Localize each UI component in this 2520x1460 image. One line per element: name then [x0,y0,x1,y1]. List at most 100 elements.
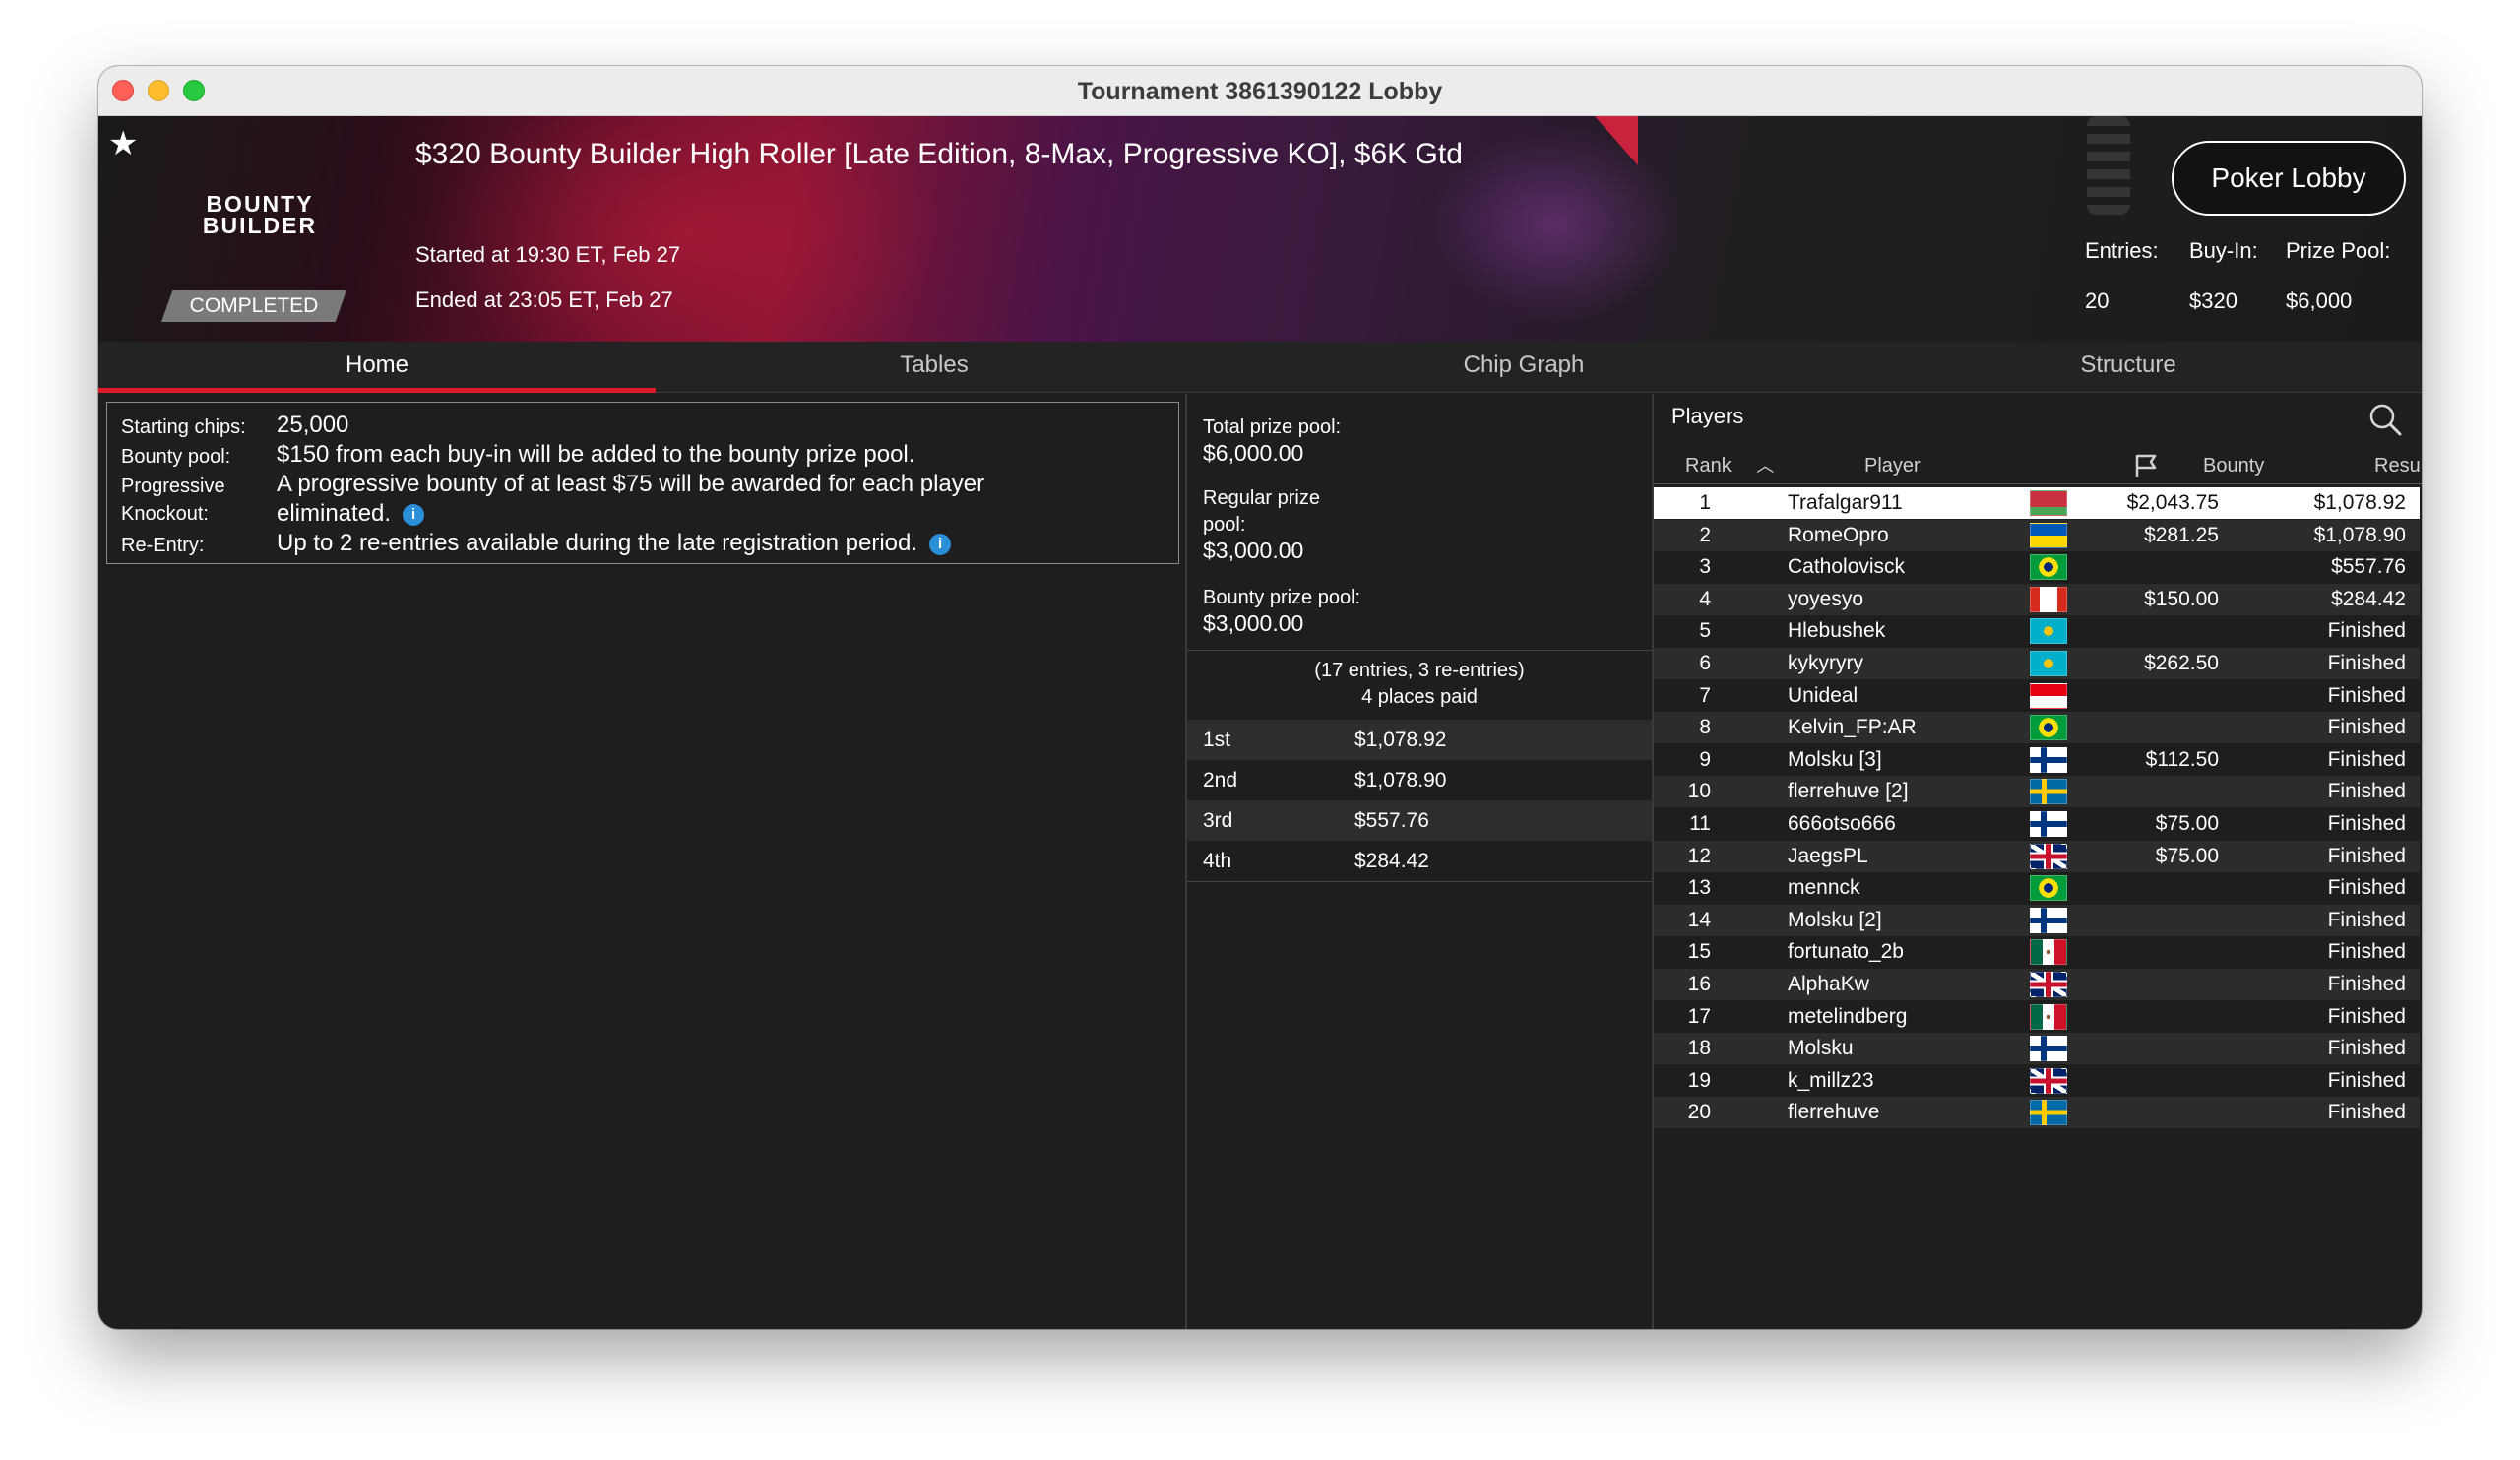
country-flag-icon [2030,939,2067,966]
tournament-info-box: Starting chips: 25,000 Bounty pool: $150… [106,402,1179,564]
table-row[interactable]: 11 666otso666 $75.00 Finished [1654,808,2420,840]
total-prize-pool-value: $6,000.00 [1203,440,1304,466]
flag-icon[interactable] [2132,452,2160,479]
country-flag-icon [2030,651,2067,676]
table-row[interactable]: 7 Unideal Finished [1654,680,2420,712]
tab-chip-graph[interactable]: Chip Graph [1213,342,1835,393]
player-rank: 6 [1699,652,1711,674]
reentry-label: Re-Entry: [121,535,205,556]
player-name: Trafalgar911 [1788,491,1903,514]
payout-place: 1st [1203,729,1231,751]
player-result: Finished [2327,683,2406,707]
bounty-prize-pool-label: Bounty prize pool: [1203,587,1361,608]
payout-amount: $1,078.92 [1354,729,1447,751]
table-row[interactable]: 2 RomeOpro $281.25 $1,078.90 [1654,519,2420,551]
table-row[interactable]: 9 Molsku [3] $112.50 Finished [1654,744,2420,776]
knockout-label: Knockout: [121,503,209,525]
payout-place: 3rd [1203,809,1233,832]
country-flag-icon [2030,715,2067,741]
player-name: flerrehuve [2] [1788,780,1909,803]
column-header-rank[interactable]: Rank ︿ [1685,448,1774,483]
table-row[interactable]: 14 Molsku [2] Finished [1654,904,2420,936]
player-result: Finished [2327,940,2406,964]
country-flag-icon [2030,972,2067,997]
player-rank: 4 [1699,587,1711,610]
table-row[interactable]: 13 mennck Finished [1654,872,2420,904]
player-rank: 13 [1687,876,1711,900]
country-flag-icon [2030,554,2067,581]
star-icon[interactable]: ★ [108,124,138,163]
payout-amount: $1,078.90 [1354,769,1447,792]
regular-prize-pool-value: $3,000.00 [1203,538,1304,563]
status-badge: COMPLETED [161,290,346,322]
info-icon[interactable]: i [403,503,425,526]
regular-prize-pool-label: Regular prize [1203,487,1320,509]
player-result: Finished [2327,1037,2406,1060]
table-row[interactable]: 10 flerrehuve [2] Finished [1654,776,2420,808]
player-bounty: $75.00 [2155,844,2219,867]
tournament-banner: ★ BOUNTY BUILDER COMPLETED $320 Bounty B… [98,116,2422,342]
table-row[interactable]: 15 fortunato_2b Finished [1654,936,2420,968]
poker-lobby-button[interactable]: Poker Lobby [2172,141,2406,216]
table-row[interactable]: 8 Kelvin_FP:AR Finished [1654,712,2420,744]
player-name: fortunato_2b [1788,940,1904,964]
prize-pool-label: Prize Pool: [2286,238,2391,263]
info-icon[interactable]: i [929,533,952,555]
end-time: Ended at 23:05 ET, Feb 27 [415,287,673,312]
payout-place: 2nd [1203,769,1238,792]
country-flag-icon [2030,1003,2067,1030]
sort-ascending-icon: ︿ [1756,456,1775,476]
country-flag-icon [2030,1067,2067,1094]
player-rank: 9 [1699,747,1711,771]
bounty-pool-value: $150 from each buy-in will be added to t… [277,441,915,468]
starting-chips-label: Starting chips: [121,416,246,438]
player-result: Finished [2327,780,2406,803]
start-time: Started at 19:30 ET, Feb 27 [415,242,681,267]
entries-label: Entries: [2085,238,2159,263]
player-rank: 8 [1699,716,1711,739]
tab-tables[interactable]: Tables [656,342,1213,393]
table-row[interactable]: 18 Molsku Finished [1654,1033,2420,1065]
player-name: Unideal [1788,683,1858,707]
player-rank: 16 [1687,973,1711,995]
column-header-bounty[interactable]: Bounty [2203,448,2264,483]
player-rank: 3 [1699,555,1711,579]
table-row[interactable]: 5 Hlebushek Finished [1654,615,2420,647]
player-rank: 17 [1687,1004,1711,1028]
table-row[interactable]: 4 yoyesyo $150.00 $284.42 [1654,583,2420,615]
player-bounty: $281.25 [2144,523,2219,546]
player-result: Finished [2327,1004,2406,1028]
player-rank: 1 [1699,491,1711,514]
player-result: Finished [2327,652,2406,674]
buyin-value: $320 [2189,288,2237,313]
payout-place: 4th [1203,850,1232,872]
table-row[interactable]: 6 kykyryry $262.50 Finished [1654,648,2420,679]
tab-home[interactable]: Home [98,342,656,393]
tab-structure[interactable]: Structure [1835,342,2422,393]
table-row[interactable]: 3 Catholovisck $557.76 [1654,551,2420,583]
player-rank: 12 [1687,844,1711,867]
player-name: Molsku [1788,1037,1854,1060]
table-row[interactable]: 17 metelindberg Finished [1654,1001,2420,1033]
player-rank: 11 [1689,812,1711,835]
player-name: Molsku [2] [1788,908,1882,931]
table-row[interactable]: 19 k_millz23 Finished [1654,1065,2420,1097]
country-flag-icon [2030,746,2067,773]
table-row[interactable]: 16 AlphaKw Finished [1654,969,2420,1000]
country-flag-icon [2030,779,2067,805]
player-name: mennck [1788,876,1860,900]
column-header-results[interactable]: Results [2374,448,2422,483]
country-flag-icon [2030,586,2067,612]
country-flag-icon [2030,811,2067,837]
logo-line: BUILDER [202,213,318,238]
player-rank: 7 [1699,683,1711,707]
table-row[interactable]: 20 flerrehuve Finished [1654,1097,2420,1129]
progressive-value: A progressive bounty of at least $75 wil… [277,471,985,497]
player-name: yoyesyo [1788,587,1864,610]
table-row[interactable]: 12 JaegsPL $75.00 Finished [1654,840,2420,872]
country-flag-icon [2030,1100,2067,1126]
player-rank: 10 [1687,780,1711,803]
column-header-player[interactable]: Player [1864,448,1921,483]
table-row[interactable]: 1 Trafalgar911 $2,043.75 $1,078.92 [1654,487,2420,519]
search-icon[interactable] [2368,403,2402,436]
